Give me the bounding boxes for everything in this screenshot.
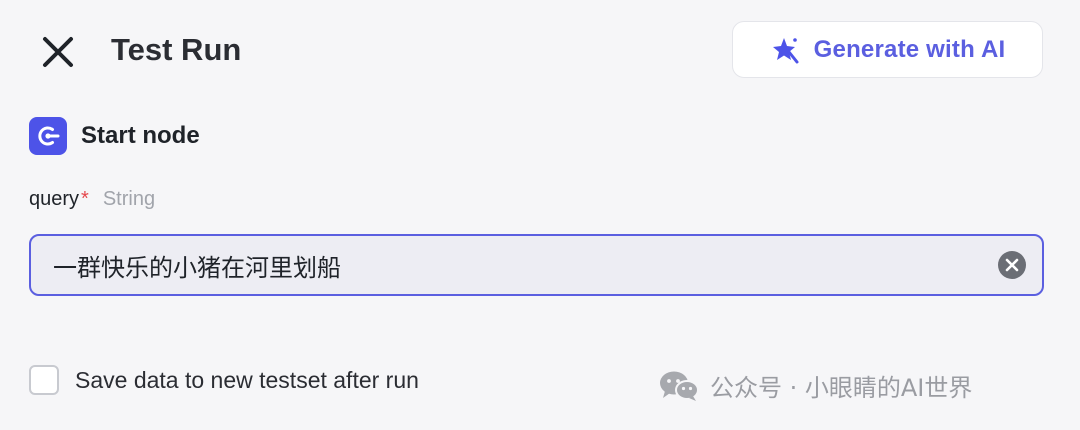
field-name: query [29, 188, 80, 210]
required-mark: * [81, 188, 89, 210]
page-title: Test Run [111, 32, 242, 67]
start-node-icon [29, 117, 67, 155]
node-title: Start node [81, 122, 200, 149]
generate-with-ai-button[interactable]: Generate with AI [732, 21, 1043, 78]
clear-icon [1005, 258, 1019, 272]
query-field-label: query * String [29, 186, 155, 212]
test-run-panel: Test Run Generate with AI Start node que… [0, 0, 1080, 430]
field-type: String [102, 188, 156, 210]
clear-input-button[interactable] [998, 251, 1026, 279]
close-button[interactable] [38, 32, 78, 72]
watermark: 公众号 · 小眼睛的AI世界 [658, 368, 972, 403]
save-testset-label: Save data to new testset after run [75, 366, 419, 393]
save-testset-option[interactable]: Save data to new testset after run [29, 365, 419, 395]
wechat-icon [660, 371, 699, 401]
query-input[interactable] [53, 251, 998, 279]
close-icon [43, 37, 73, 67]
watermark-text: 公众号 · 小眼睛的AI世界 [710, 374, 973, 402]
query-input-container [29, 234, 1044, 296]
magic-wand-icon [772, 37, 799, 63]
generate-with-ai-label: Generate with AI [813, 35, 1006, 63]
save-testset-checkbox[interactable] [29, 365, 59, 395]
